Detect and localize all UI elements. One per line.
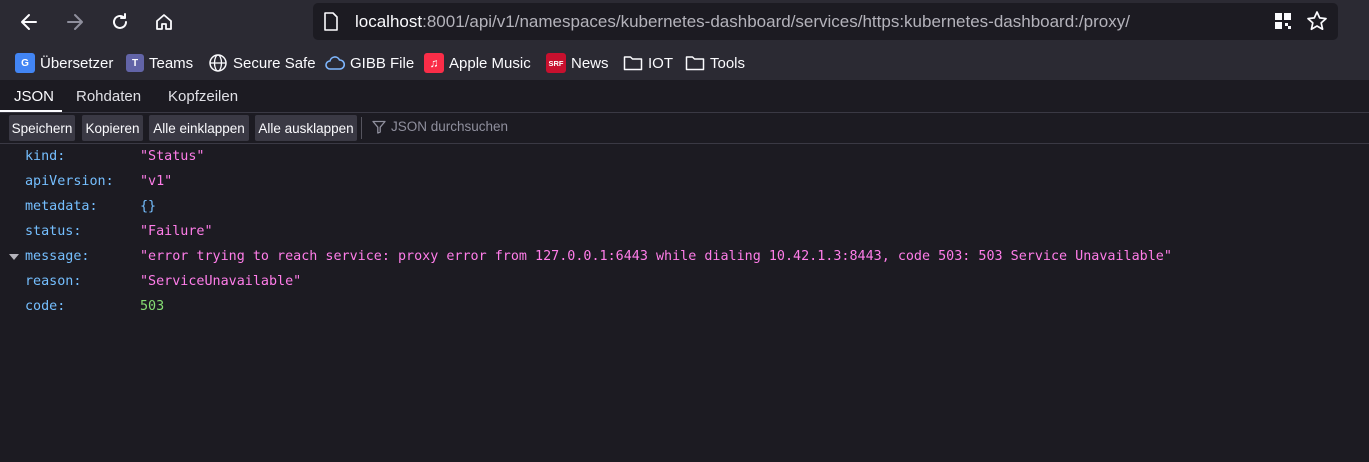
folder-icon (623, 53, 643, 73)
bookmark-label: Teams (149, 54, 194, 72)
json-key: status: (25, 224, 82, 239)
active-tab-indicator (0, 110, 62, 112)
json-value: "v1" (140, 174, 173, 189)
bookmark-label: IOT (648, 54, 673, 72)
json-value: "Status" (140, 149, 205, 164)
json-toolbar: Speichern Kopieren Alle einklappen Alle … (0, 113, 1369, 144)
json-value: "error trying to reach service: proxy er… (140, 249, 1172, 264)
url-bar[interactable]: localhost:8001/api/v1/namespaces/kuberne… (313, 3, 1338, 40)
back-icon[interactable] (13, 6, 45, 38)
filter-placeholder: JSON durchsuchen (391, 119, 509, 134)
bookmark-label: Apple Music (449, 54, 531, 72)
cloud-icon (325, 53, 345, 73)
bookmarks-toolbar: G Übersetzer T Teams Secure Safe GIBB Fi… (0, 44, 1369, 80)
json-key: metadata: (25, 199, 98, 214)
bookmark-label: GIBB File (350, 54, 415, 72)
json-row-metadata[interactable]: metadata: {} (0, 194, 1369, 219)
expand-all-button[interactable]: Alle ausklappen (255, 115, 357, 141)
bookmark-news[interactable]: SRF News (546, 53, 609, 73)
filter-json-input[interactable]: JSON durchsuchen (372, 119, 508, 134)
bookmark-folder-iot[interactable]: IOT (623, 53, 673, 73)
reload-icon[interactable] (104, 6, 136, 38)
bookmark-apple-music[interactable]: ♫ Apple Music (424, 53, 531, 73)
expand-toggle-icon[interactable] (9, 254, 19, 260)
bookmark-label: Übersetzer (40, 54, 114, 72)
json-row-kind[interactable]: kind: "Status" (0, 144, 1369, 169)
json-key: message: (25, 249, 90, 264)
json-row-status[interactable]: status: "Failure" (0, 219, 1369, 244)
json-key: apiVersion: (25, 174, 114, 189)
forward-icon[interactable] (59, 6, 91, 38)
save-button[interactable]: Speichern (9, 115, 75, 141)
tab-raw-data[interactable]: Rohdaten (76, 88, 141, 105)
url-host: localhost (355, 12, 423, 31)
json-key: kind: (25, 149, 66, 164)
tab-json[interactable]: JSON (14, 88, 54, 105)
json-row-apiversion[interactable]: apiVersion: "v1" (0, 169, 1369, 194)
url-path: :8001/api/v1/namespaces/kubernetes-dashb… (422, 12, 1130, 31)
bookmark-gibb-file[interactable]: GIBB File (325, 53, 414, 73)
music-icon: ♫ (424, 53, 444, 73)
bookmark-ubersetzer[interactable]: G Übersetzer (15, 53, 113, 73)
json-value: "ServiceUnavailable" (140, 274, 302, 289)
folder-icon (685, 53, 705, 73)
teams-icon: T (126, 54, 144, 72)
json-key: code: (25, 299, 66, 314)
json-value: {} (140, 199, 157, 214)
srf-icon: SRF (546, 53, 566, 73)
bookmark-teams[interactable]: T Teams (126, 53, 193, 73)
json-row-message[interactable]: message: "error trying to reach service:… (0, 244, 1369, 269)
json-value: "Failure" (140, 224, 213, 239)
navigation-toolbar: localhost:8001/api/v1/namespaces/kuberne… (0, 0, 1369, 44)
copy-button[interactable]: Kopieren (82, 115, 143, 141)
bookmark-label: Tools (710, 54, 746, 72)
json-key: reason: (25, 274, 82, 289)
json-value: 503 (140, 299, 165, 314)
star-icon[interactable] (1305, 9, 1329, 33)
bookmark-secure-safe[interactable]: Secure Safe (208, 53, 316, 73)
url-text[interactable]: localhost:8001/api/v1/namespaces/kuberne… (355, 12, 1130, 32)
json-row-reason[interactable]: reason: "ServiceUnavailable" (0, 269, 1369, 294)
page-icon (323, 12, 339, 36)
filter-icon (372, 120, 386, 134)
collapse-all-button[interactable]: Alle einklappen (149, 115, 249, 141)
translate-icon: G (15, 53, 35, 73)
globe-icon (208, 53, 228, 73)
bookmark-label: Secure Safe (233, 54, 316, 72)
bookmark-folder-tools[interactable]: Tools (685, 53, 745, 73)
bookmark-label: News (571, 54, 609, 72)
json-row-code[interactable]: code: 503 (0, 294, 1369, 319)
home-icon[interactable] (148, 6, 180, 38)
qr-icon[interactable] (1271, 9, 1295, 33)
tab-headers[interactable]: Kopfzeilen (168, 88, 238, 105)
json-viewer-tabs: JSON Rohdaten Kopfzeilen (0, 80, 1369, 113)
toolbar-divider (361, 117, 362, 139)
